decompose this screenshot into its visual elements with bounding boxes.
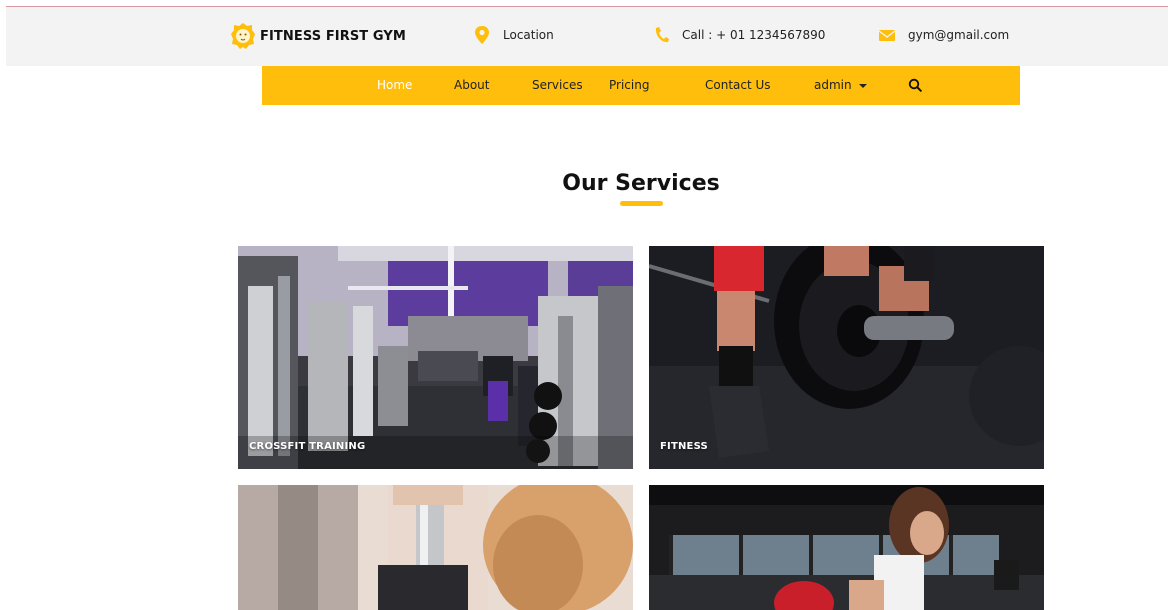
section-title: Our Services (562, 171, 720, 196)
phone-text: Call : + 01 1234567890 (682, 28, 826, 42)
woman-exercise-photo (649, 485, 1044, 610)
nav-pricing[interactable]: Pricing (609, 66, 649, 105)
nav-contact[interactable]: Contact Us (705, 66, 771, 105)
gym-interior-photo (238, 246, 633, 469)
location-text: Location (503, 28, 554, 42)
nav-services[interactable]: Services (532, 66, 583, 105)
admin-label: admin (814, 78, 852, 92)
card-label-fitness: FITNESS (660, 441, 708, 452)
phone-info[interactable]: Call : + 01 1234567890 (652, 24, 825, 46)
caret-down-icon (858, 83, 867, 88)
lion-logo-icon (231, 23, 255, 49)
main-navigation: Home About Services Pricing Contact Us a… (262, 66, 1020, 105)
map-pin-icon (475, 26, 489, 44)
search-icon[interactable] (908, 78, 922, 92)
brand-logo[interactable]: FITNESS FIRST GYM (230, 22, 406, 50)
service-card-3[interactable] (238, 485, 633, 610)
service-card-crossfit[interactable]: CROSSFIT TRAINING (238, 246, 633, 469)
title-underline (620, 201, 663, 206)
nav-about[interactable]: About (454, 66, 489, 105)
phone-icon (655, 27, 669, 43)
dumbbell-woman-photo (238, 485, 633, 610)
email-text: gym@gmail.com (908, 28, 1010, 42)
email-info[interactable]: gym@gmail.com (878, 24, 1009, 46)
admin-dropdown[interactable]: admin (814, 66, 867, 105)
brand-name: FITNESS FIRST GYM (260, 28, 406, 44)
location-info[interactable]: Location (473, 24, 554, 46)
service-card-fitness[interactable]: FITNESS (649, 246, 1044, 469)
card-label-crossfit: CROSSFIT TRAINING (249, 441, 366, 452)
service-card-4[interactable] (649, 485, 1044, 610)
nav-home[interactable]: Home (377, 66, 412, 105)
barbell-plate-photo (649, 246, 1044, 469)
envelope-icon (878, 30, 896, 41)
